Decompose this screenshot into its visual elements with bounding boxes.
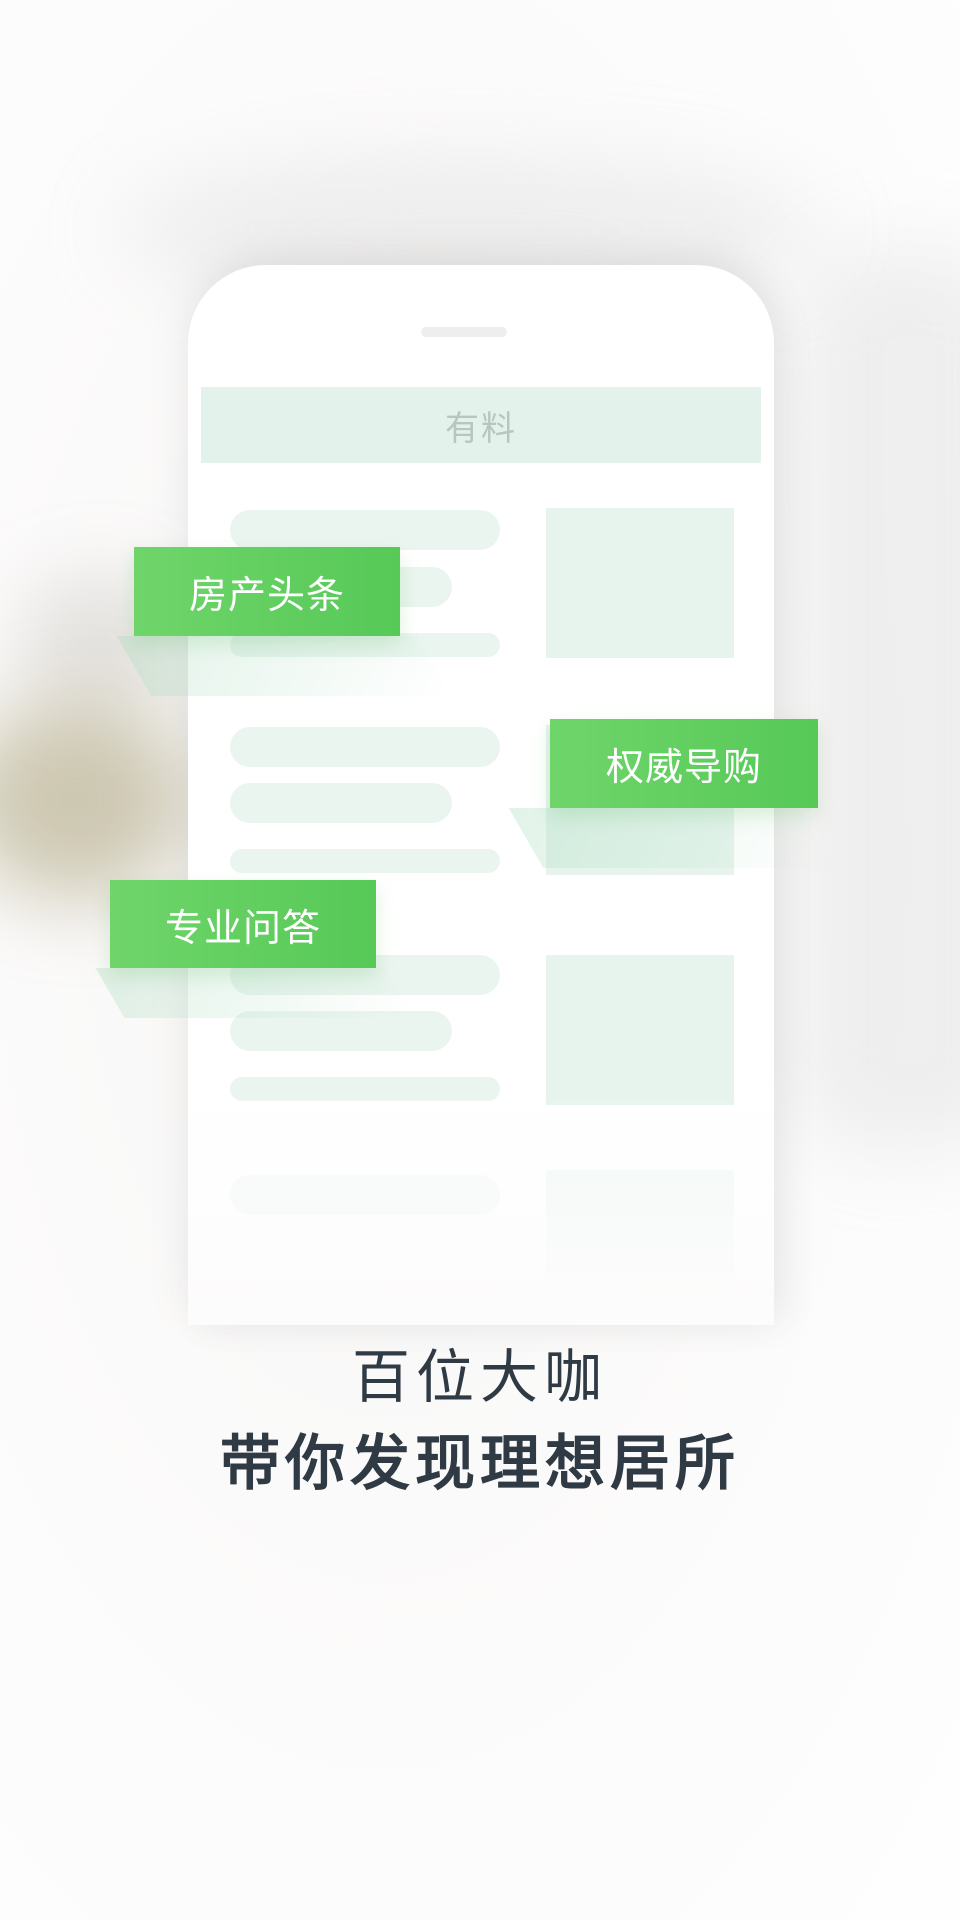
placeholder-line [230, 727, 500, 767]
placeholder-line [230, 849, 500, 873]
placeholder-thumbnail [546, 955, 734, 1105]
tagline-subheadline: 带你发现理想居所 [220, 1429, 740, 1499]
placeholder-line [230, 783, 452, 823]
tagline-headline: 百位大咖 [351, 1343, 608, 1411]
tag-shadow [116, 636, 452, 696]
tag-real-estate-headlines: 房产头条 [134, 547, 400, 636]
tag-authoritative-guide: 权威导购 [550, 719, 818, 808]
app-header: 有料 [201, 387, 761, 463]
onboarding-page: 有料 房产头条 权威导购 专业问答 百位大咖 带你发现理想居所 [0, 0, 960, 1920]
app-header-title: 有料 [445, 408, 517, 449]
tag-professional-qa: 专业问答 [110, 880, 376, 968]
background-blur-left-olive [0, 700, 190, 900]
placeholder-thumbnail [546, 508, 734, 658]
background-blur-right [800, 250, 960, 1150]
placeholder-line [230, 1077, 500, 1101]
tag-shadow [508, 808, 834, 868]
phone-speaker [421, 327, 507, 337]
placeholder-thumbnail [546, 1170, 734, 1300]
placeholder-line [230, 510, 500, 550]
placeholder-line [230, 1175, 500, 1215]
tag-shadow [95, 968, 415, 1018]
